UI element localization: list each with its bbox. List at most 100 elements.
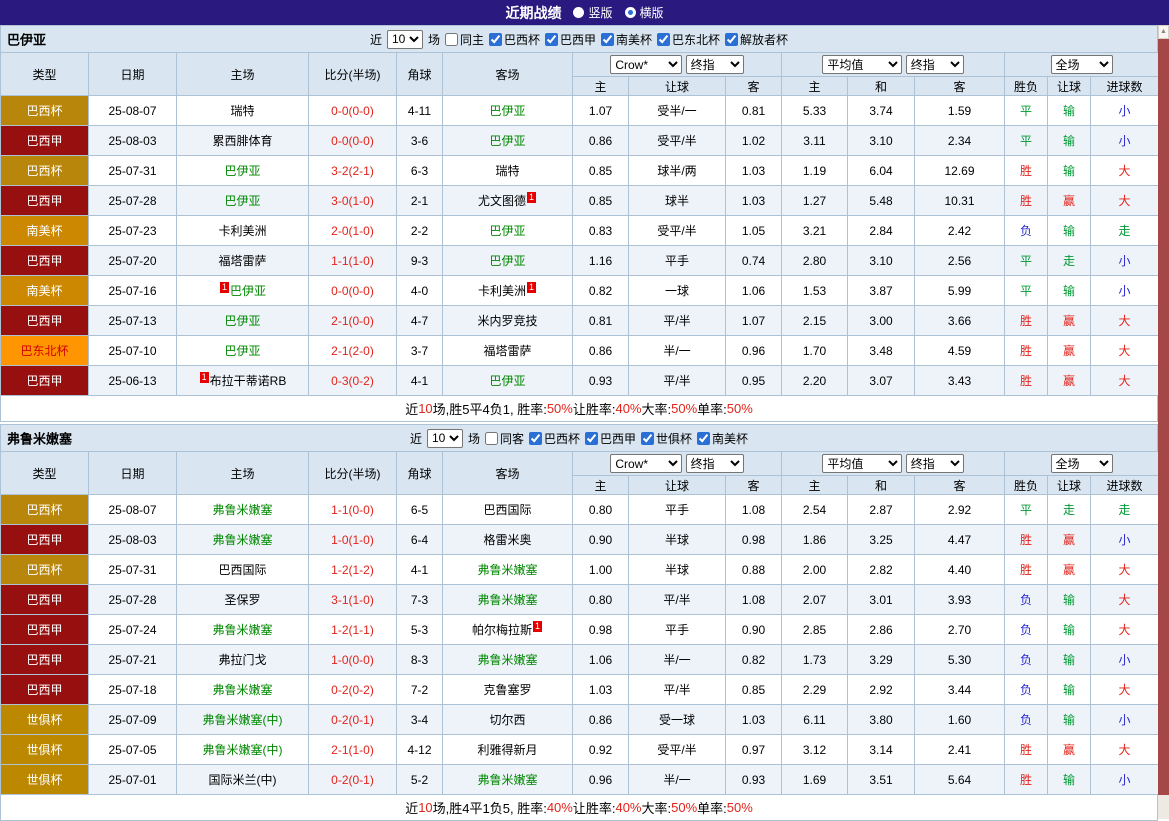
result-goals-cell: 走	[1091, 216, 1159, 246]
league-checkbox[interactable]	[585, 432, 598, 445]
home-odds-cell: 0.86	[573, 705, 629, 735]
league-filter-2[interactable]: 世俱杯	[641, 430, 692, 447]
summary-text: 40%	[615, 401, 641, 416]
team-section-fluminense: 弗鲁米嫩塞 近 10 场 同客 巴西杯巴西甲世俱杯南美杯	[0, 424, 1158, 821]
vertical-layout-radio[interactable]: 竖版	[573, 4, 612, 21]
bookmaker-odds-header: Crow* 终指	[573, 53, 782, 77]
scroll-up-icon[interactable]: ▲	[1158, 25, 1169, 39]
team-label: 弗鲁米嫩塞(中)	[203, 743, 283, 757]
corner-cell: 5-2	[397, 765, 443, 795]
same-venue-checkbox[interactable]	[445, 33, 458, 46]
home-odds-cell: 0.85	[573, 186, 629, 216]
league-filter-4[interactable]: 解放者杯	[725, 31, 788, 48]
date-cell: 25-07-28	[89, 186, 177, 216]
result-handicap-cell: 输	[1048, 615, 1091, 645]
subcol-avg-away: 客	[915, 77, 1005, 96]
bookmaker-select[interactable]: Crow*	[610, 55, 682, 74]
away-odds-cell: 0.98	[726, 525, 782, 555]
home-odds-cell: 0.98	[573, 615, 629, 645]
fulltime-select[interactable]: 全场	[1051, 55, 1113, 74]
result-handicap-cell: 输	[1048, 765, 1091, 795]
avg-draw-cell: 3.10	[848, 126, 915, 156]
league-checkbox[interactable]	[545, 33, 558, 46]
away-team-cell: 瑞特	[443, 156, 573, 186]
avg-away-cell: 3.93	[915, 585, 1005, 615]
filter-controls: 近 10 场 同客 巴西杯巴西甲世俱杯南美杯	[410, 429, 748, 448]
date-cell: 25-07-31	[89, 156, 177, 186]
away-odds-cell: 0.85	[726, 675, 782, 705]
league-checkbox[interactable]	[641, 432, 654, 445]
result-handicap-cell: 赢	[1048, 336, 1091, 366]
final-odds-select[interactable]: 终指	[686, 55, 744, 74]
league-filter-3[interactable]: 巴东北杯	[657, 31, 720, 48]
result-handicap-cell: 赢	[1048, 525, 1091, 555]
final-odds-select-2[interactable]: 终指	[906, 55, 964, 74]
same-venue-filter[interactable]: 同客	[485, 430, 524, 447]
league-checkbox[interactable]	[657, 33, 670, 46]
scrollbar[interactable]: ▲	[1158, 25, 1169, 819]
date-cell: 25-07-31	[89, 555, 177, 585]
home-team-cell: 弗鲁米嫩塞	[177, 525, 309, 555]
bookmaker-select[interactable]: Crow*	[610, 454, 682, 473]
score-cell: 0-0(0-0)	[309, 96, 397, 126]
games-count-select[interactable]: 10	[427, 429, 463, 448]
horizontal-layout-radio[interactable]: 横版	[625, 4, 664, 21]
average-select[interactable]: 平均值	[822, 55, 902, 74]
away-odds-cell: 0.97	[726, 735, 782, 765]
corner-cell: 6-5	[397, 495, 443, 525]
result-wdl-cell: 胜	[1005, 336, 1048, 366]
same-venue-checkbox[interactable]	[485, 432, 498, 445]
result-wdl-cell: 胜	[1005, 765, 1048, 795]
avg-home-cell: 1.70	[782, 336, 848, 366]
avg-home-cell: 2.85	[782, 615, 848, 645]
match-row: 巴西甲25-07-18弗鲁米嫩塞0-2(0-2)7-2克鲁塞罗1.03平/半0.…	[1, 675, 1159, 705]
league-checkbox[interactable]	[725, 33, 738, 46]
league-filter-2[interactable]: 南美杯	[601, 31, 652, 48]
league-checkbox[interactable]	[489, 33, 502, 46]
handicap-cell: 平手	[629, 495, 726, 525]
league-checkbox[interactable]	[529, 432, 542, 445]
league-filter-0[interactable]: 巴西杯	[489, 31, 540, 48]
away-odds-cell: 1.06	[726, 276, 782, 306]
away-team-cell: 弗鲁米嫩塞	[443, 645, 573, 675]
league-filter-3[interactable]: 南美杯	[697, 430, 748, 447]
league-filter-1[interactable]: 巴西甲	[545, 31, 596, 48]
matches-tbody: 巴西杯25-08-07瑞特0-0(0-0)4-11巴伊亚1.07受半/一0.81…	[1, 96, 1159, 396]
score-cell: 1-2(1-1)	[309, 615, 397, 645]
score-cell: 2-1(1-0)	[309, 735, 397, 765]
league-filter-1[interactable]: 巴西甲	[585, 430, 636, 447]
away-team-cell: 帕尔梅拉斯1	[443, 615, 573, 645]
league-label: 解放者杯	[740, 31, 788, 48]
league-checkbox[interactable]	[697, 432, 710, 445]
final-odds-select[interactable]: 终指	[686, 454, 744, 473]
result-handicap-cell: 赢	[1048, 186, 1091, 216]
average-select[interactable]: 平均值	[822, 454, 902, 473]
league-checkbox[interactable]	[601, 33, 614, 46]
handicap-cell: 半/一	[629, 765, 726, 795]
home-odds-cell: 0.96	[573, 765, 629, 795]
subcol-avg-home: 主	[782, 77, 848, 96]
corner-cell: 2-1	[397, 186, 443, 216]
match-row: 南美杯25-07-161巴伊亚0-0(0-0)4-0卡利美洲10.82一球1.0…	[1, 276, 1159, 306]
team-label: 弗鲁米嫩塞	[477, 563, 537, 577]
result-wdl-cell: 平	[1005, 126, 1048, 156]
away-team-cell: 福塔雷萨	[443, 336, 573, 366]
vertical-layout-label: 竖版	[588, 4, 612, 21]
final-odds-select-2[interactable]: 终指	[906, 454, 964, 473]
scrollbar-thumb[interactable]	[1158, 39, 1169, 795]
result-wdl-cell: 负	[1005, 585, 1048, 615]
recent-results-page: 近期战绩 竖版 横版 巴伊亚 近 10 场 同主 巴西杯巴西甲南美杯巴东北杯解放…	[0, 0, 1158, 821]
result-wdl-cell: 负	[1005, 645, 1048, 675]
page-title: 近期战绩	[505, 3, 561, 23]
match-row: 巴西甲25-07-20福塔雷萨1-1(1-0)9-3巴伊亚1.16平手0.742…	[1, 246, 1159, 276]
summary-text: 大率:	[642, 399, 672, 418]
games-label: 场	[468, 430, 480, 447]
corner-cell: 4-0	[397, 276, 443, 306]
avg-home-cell: 3.11	[782, 126, 848, 156]
games-count-select[interactable]: 10	[387, 30, 423, 49]
league-filter-0[interactable]: 巴西杯	[529, 430, 580, 447]
fulltime-select[interactable]: 全场	[1051, 454, 1113, 473]
same-venue-filter[interactable]: 同主	[445, 31, 484, 48]
radio-unchecked-icon	[573, 7, 584, 18]
summary-text: 大率:	[642, 798, 672, 817]
